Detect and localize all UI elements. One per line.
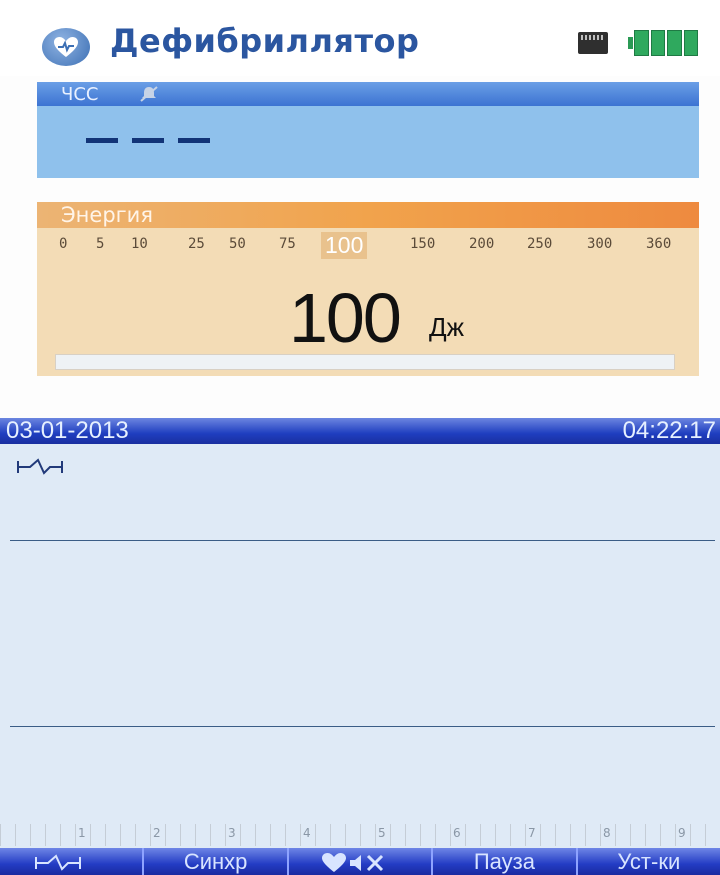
ecg-status-bar: 03-01-2013 04:22:17: [0, 417, 720, 444]
energy-label: Энергия: [61, 203, 153, 227]
bell-muted-icon: [139, 85, 159, 103]
energy-option[interactable]: 5: [96, 236, 104, 252]
ecg-waveform-area: 1 2 3 4 5 6 7 8 9: [0, 444, 720, 848]
ecg-grid-line: [10, 726, 715, 727]
time-scale-label: 1: [78, 826, 86, 840]
time-scale-label: 2: [153, 826, 161, 840]
energy-option[interactable]: 300: [587, 236, 612, 252]
energy-panel-header: Энергия: [37, 202, 699, 228]
hr-panel: ЧСС: [37, 82, 699, 178]
time-scale-label: 9: [678, 826, 686, 840]
ecg-grid-line: [10, 540, 715, 541]
hr-label: ЧСС: [61, 84, 99, 105]
ecg-lead-icon: [34, 849, 108, 874]
energy-option[interactable]: 360: [646, 236, 671, 252]
heart-icon: [42, 28, 90, 66]
time-scale-label: 3: [228, 826, 236, 840]
softkey-pause[interactable]: Пауза: [433, 848, 578, 875]
sd-card-icon: [578, 32, 608, 54]
energy-option[interactable]: 0: [59, 236, 67, 252]
energy-option-selected[interactable]: 100: [321, 232, 368, 259]
softkey-pause-label: Пауза: [473, 849, 535, 874]
time-scale-label: 6: [453, 826, 461, 840]
time-scale: 1 2 3 4 5 6 7 8 9: [0, 824, 720, 846]
energy-option[interactable]: 10: [131, 236, 148, 252]
energy-option[interactable]: 50: [229, 236, 246, 252]
date-display: 03-01-2013: [6, 417, 129, 444]
time-scale-label: 8: [603, 826, 611, 840]
app-title: Дефибриллятор: [110, 22, 420, 60]
energy-scale[interactable]: 0 5 10 25 50 75 100 150 200 250 300 360: [37, 232, 699, 259]
softkey-lead[interactable]: [0, 848, 145, 875]
energy-value: 100: [289, 279, 402, 357]
energy-option[interactable]: 75: [279, 236, 296, 252]
energy-option[interactable]: 25: [188, 236, 205, 252]
energy-option[interactable]: 250: [527, 236, 552, 252]
energy-option[interactable]: 150: [410, 236, 435, 252]
energy-unit: Дж: [429, 312, 465, 342]
time-scale-label: 4: [303, 826, 311, 840]
heart-mute-icon: [320, 849, 400, 874]
softkey-settings-label: Уст-ки: [617, 849, 681, 874]
ecg-lead-icon: [16, 458, 90, 480]
charge-progress-bar: [55, 354, 675, 370]
time-display: 04:22:17: [622, 417, 716, 444]
time-scale-label: 7: [528, 826, 536, 840]
softkey-sync[interactable]: Синхр: [144, 848, 289, 875]
softkey-sync-label: Синхр: [183, 849, 248, 874]
battery-icon: [628, 30, 698, 56]
softkey-mute[interactable]: [289, 848, 434, 875]
softkey-bar: Синхр Пауза Уст-ки: [0, 848, 720, 875]
time-scale-label: 5: [378, 826, 386, 840]
hr-panel-header: ЧСС: [37, 82, 699, 106]
softkey-settings[interactable]: Уст-ки: [578, 848, 720, 875]
energy-option[interactable]: 200: [469, 236, 494, 252]
header: Дефибриллятор: [0, 0, 720, 76]
defibrillator-screen: Дефибриллятор ЧСС Энергия 0 5 10 25 50 7…: [0, 0, 720, 875]
energy-panel: Энергия 0 5 10 25 50 75 100 150 200 250 …: [37, 202, 699, 376]
